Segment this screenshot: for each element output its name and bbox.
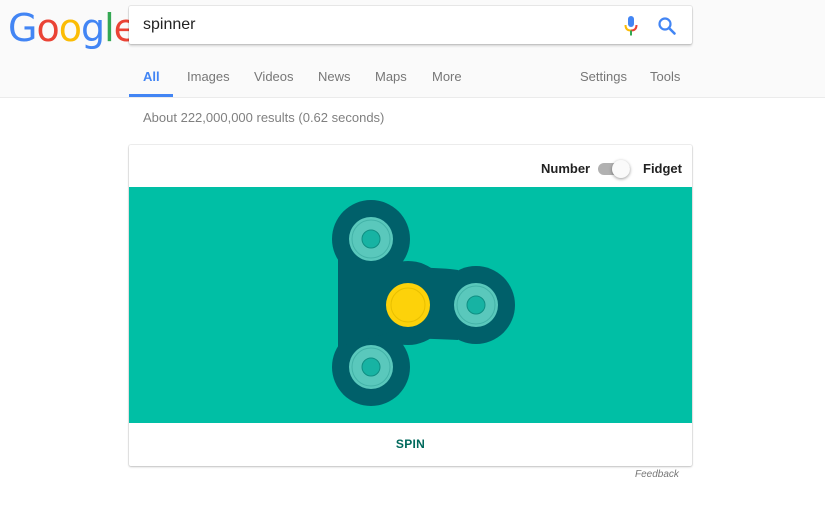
mode-toggle-row: Number Fidget [129,145,692,187]
logo-letter: o [36,6,59,50]
bearing-right [454,283,498,327]
tab-more[interactable]: More [432,63,462,91]
bearing-bottom [349,345,393,389]
tab-news[interactable]: News [318,63,351,91]
tab-all[interactable]: All [143,63,160,91]
mode-toggle-switch[interactable] [598,159,632,179]
fidget-spinner[interactable] [129,187,692,423]
logo-letter: o [58,6,82,50]
logo-letter: G [8,6,37,50]
tab-maps[interactable]: Maps [375,63,407,91]
spin-button[interactable]: SPIN [129,423,692,466]
logo-letter: l [104,6,115,50]
bearing-top [349,217,393,261]
center-cap [386,283,430,327]
search-box [129,6,692,44]
feedback-link[interactable]: Feedback [635,469,679,480]
tools-link[interactable]: Tools [650,63,680,91]
results-stats: About 222,000,000 results (0.62 seconds) [143,110,385,125]
toggle-label-number[interactable]: Number [541,161,590,176]
tab-images[interactable]: Images [187,63,230,91]
spinner-widget: Number Fidget SPIN [129,145,692,466]
logo-letter: g [80,6,105,50]
search-button[interactable] [657,16,677,36]
settings-link[interactable]: Settings [580,63,627,91]
header: Google All Images Videos News Maps More … [0,0,825,98]
switch-thumb[interactable] [612,160,630,178]
google-logo[interactable]: Google [8,6,137,50]
active-tab-indicator [129,94,173,97]
tab-videos[interactable]: Videos [254,63,294,91]
magnifier-icon [658,17,676,35]
toggle-label-fidget[interactable]: Fidget [643,161,682,176]
microphone-icon[interactable] [623,16,639,36]
spinner-stage[interactable] [129,187,692,423]
search-input[interactable] [143,6,603,44]
